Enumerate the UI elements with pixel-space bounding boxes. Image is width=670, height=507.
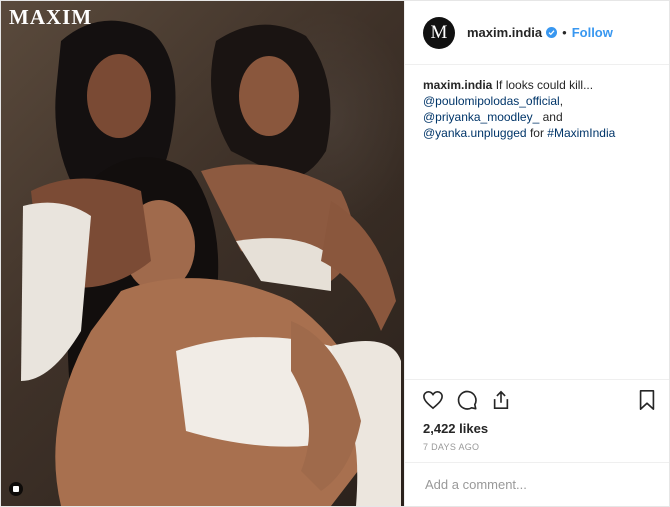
comment-button[interactable] bbox=[455, 388, 479, 412]
post-header: M maxim.india • Follow bbox=[405, 1, 669, 65]
photo-artwork bbox=[21, 20, 401, 506]
like-count[interactable]: 2,422 likes bbox=[405, 419, 669, 436]
share-button[interactable] bbox=[489, 388, 513, 412]
mention-link[interactable]: @priyanka_moodley_ bbox=[423, 110, 539, 124]
bookmark-icon bbox=[639, 389, 655, 410]
comment-icon bbox=[457, 390, 477, 410]
caption-text: If looks could kill... bbox=[495, 78, 594, 92]
caption-comma: , bbox=[559, 94, 564, 108]
save-button[interactable] bbox=[635, 388, 659, 412]
comment-input[interactable] bbox=[423, 476, 651, 493]
hashtag-link[interactable]: #MaximIndia bbox=[547, 126, 615, 140]
profile-username[interactable]: maxim.india bbox=[467, 25, 542, 40]
like-button[interactable] bbox=[421, 388, 445, 412]
caption-username[interactable]: maxim.india bbox=[423, 78, 492, 92]
post-caption: maxim.india If looks could kill... @poul… bbox=[405, 65, 669, 379]
verified-badge-icon bbox=[546, 27, 558, 38]
caption-for: for bbox=[529, 126, 544, 140]
magazine-masthead: MAXIM bbox=[9, 5, 93, 29]
follow-button[interactable]: Follow bbox=[572, 25, 613, 40]
mention-link[interactable]: @yanka.unplugged bbox=[423, 126, 527, 140]
post-panel: M maxim.india • Follow maxim.india If lo… bbox=[404, 1, 669, 506]
action-bar bbox=[405, 379, 669, 419]
post-timestamp[interactable]: 7 DAYS AGO bbox=[405, 436, 669, 462]
instagram-post: MAXIM M maxim.india • Follow maxim.india… bbox=[0, 0, 670, 507]
post-photo[interactable]: MAXIM bbox=[1, 1, 404, 506]
share-icon bbox=[493, 390, 509, 409]
avatar[interactable]: M bbox=[423, 16, 455, 49]
heart-icon bbox=[423, 390, 443, 409]
comment-form bbox=[405, 462, 669, 506]
instagram-glyph-icon bbox=[9, 482, 23, 496]
check-icon bbox=[548, 30, 555, 36]
separator: • bbox=[562, 25, 567, 40]
caption-and: and bbox=[542, 110, 563, 124]
mention-link[interactable]: @poulomipolodas_official bbox=[423, 94, 560, 108]
